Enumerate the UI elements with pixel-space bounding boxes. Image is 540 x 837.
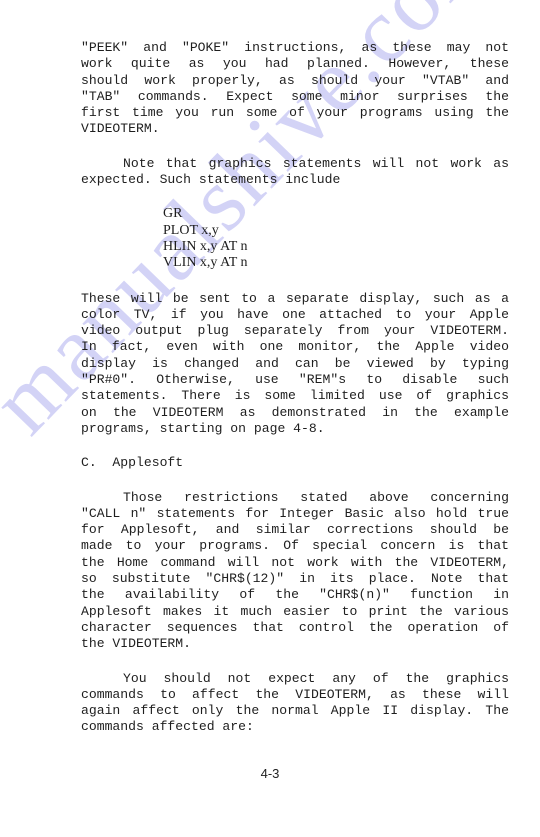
text-line: "PR#0". Otherwise, use "REM"s to disable… — [81, 372, 509, 388]
text-line: Note that graphics statements will not w… — [123, 155, 509, 171]
text-line: commands to affect the VIDEOTERM, as the… — [81, 686, 509, 702]
paragraph-peek-poke: "PEEK" and "POKE" instructions, as these… — [81, 40, 509, 138]
text-line: statements. There is some limited use of… — [81, 388, 509, 404]
code-line: VLIN x,y AT n — [163, 255, 248, 271]
text-line: should work properly, as should your "VT… — [81, 72, 509, 88]
text-line: "PEEK" and "POKE" instructions, as these… — [81, 40, 509, 55]
page-number: 4-3 — [260, 766, 280, 781]
code-line: HLIN x,y AT n — [163, 238, 248, 254]
text-line: made to your programs. Of special concer… — [81, 538, 509, 554]
text-line: VIDEOTERM. — [81, 121, 160, 137]
section-heading-applesoft: C. Applesoft — [81, 455, 184, 471]
text-line: You should not expect any of the graphic… — [123, 670, 509, 686]
paragraph-graphics-commands: You should not expect any of the graphic… — [81, 671, 509, 736]
text-line: In fact, even with one monitor, the Appl… — [81, 339, 509, 355]
text-line: programs, starting on page 4-8. — [81, 420, 325, 436]
paragraph-applesoft-restrictions: Those restrictions stated above concerni… — [81, 490, 509, 653]
text-line: for Applesoft, and similar corrections s… — [81, 522, 509, 538]
text-line: "CALL n" statements for Integer Basic al… — [81, 505, 509, 521]
text-line: expected. Such statements include — [81, 172, 341, 188]
text-line: video output plug separately from your V… — [81, 323, 509, 339]
text-line: so substitute "CHR$(12)" in its place. N… — [81, 571, 509, 587]
document-page: "PEEK" and "POKE" instructions, as these… — [81, 40, 509, 736]
text-line: Applesoft makes it much easier to print … — [81, 603, 509, 619]
code-line: GR — [163, 206, 183, 222]
text-line: first time you run some of your programs… — [81, 105, 509, 121]
text-line: display is changed and can be viewed by … — [81, 355, 509, 371]
text-line: the availability of the "CHR$(n)" functi… — [81, 587, 509, 603]
text-line: color TV, if you have one attached to yo… — [81, 306, 509, 322]
text-line: again affect only the normal Apple II di… — [81, 703, 509, 719]
paragraph-graphics-note: Note that graphics statements will not w… — [81, 156, 509, 189]
text-line: work quite as you had planned. However, … — [81, 56, 509, 72]
text-line: commands affected are: — [81, 719, 254, 735]
text-line: the Home command will not work with the … — [81, 554, 509, 570]
code-line: PLOT x,y — [163, 222, 219, 238]
text-line: on the VIDEOTERM as demonstrated in the … — [81, 404, 509, 420]
text-line: "TAB" commands. Expect some minor surpri… — [81, 88, 509, 104]
text-line: These will be sent to a separate display… — [81, 290, 509, 306]
text-line: the VIDEOTERM. — [81, 636, 192, 652]
graphics-statements-list: GR PLOT x,y HLIN x,y AT n VLIN x,y AT n — [81, 206, 509, 271]
text-line: Those restrictions stated above concerni… — [123, 489, 509, 505]
text-line: character sequences that control the ope… — [81, 619, 509, 635]
paragraph-separate-display: These will be sent to a separate display… — [81, 291, 509, 438]
